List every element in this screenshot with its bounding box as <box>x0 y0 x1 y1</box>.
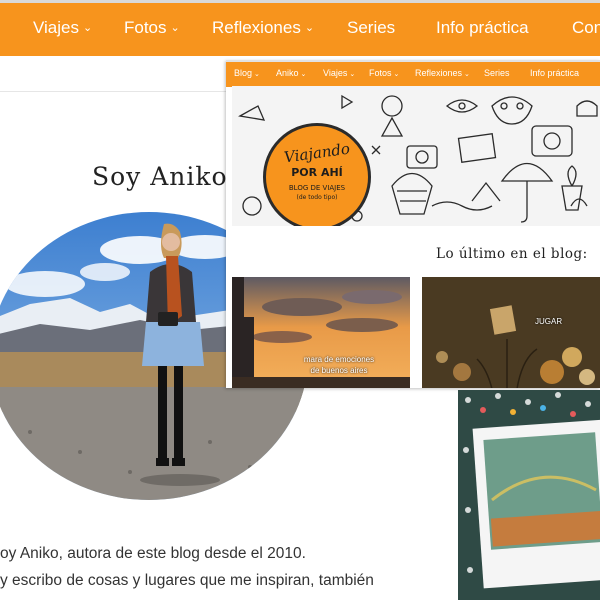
nav-item-label: Fotos <box>369 68 392 78</box>
logo-text-line3: BLOG DE VIAJES <box>288 184 346 192</box>
caption-line: mara de emociones <box>303 355 375 364</box>
blog-nav-item-aniko[interactable]: Aniko ⌄ <box>276 68 306 78</box>
chevron-down-icon: ⌄ <box>83 22 93 34</box>
blog-homepage-window: Blog ⌄ Aniko ⌄ Viajes ⌄ Fotos ⌄ Reflexiones ⌄… <box>226 60 600 388</box>
nav-item-label: Reflexiones <box>212 18 301 37</box>
caption-line: de buenos aires <box>310 366 368 375</box>
bio-line: y escribo de cosas y lugares que me insp… <box>0 572 374 589</box>
nav-item-label: Viajes <box>33 18 79 37</box>
logo-text-line4: (de todo tipo) <box>296 194 338 201</box>
chevron-down-icon: ⌄ <box>304 22 315 34</box>
nav-item-info-practica[interactable]: Info práctica <box>436 18 529 38</box>
logo-text-line2: POR AHÍ <box>291 166 343 179</box>
blog-nav-item-viajes[interactable]: Viajes ⌄ <box>323 68 355 78</box>
post-card-caption: mara de emociones de buenos aires <box>294 354 384 376</box>
nav-item-fotos[interactable]: Fotos ⌄ <box>124 18 180 38</box>
latest-posts-heading: Lo último en el blog: <box>436 246 588 262</box>
doodle-header-banner: Viajando POR AHÍ BLOG DE VIAJES (de todo… <box>232 86 600 226</box>
nav-item-contacto[interactable]: Con <box>572 18 600 38</box>
blog-nav-bar: Blog ⌄ Aniko ⌄ Viajes ⌄ Fotos ⌄ Reflexiones ⌄… <box>226 60 600 87</box>
nav-item-reflexiones[interactable]: Reflexiones ⌄ <box>212 18 314 38</box>
bio-line: oy Aniko, autora de este blog desde el 2… <box>0 545 306 562</box>
page-title: Soy Aniko <box>92 162 228 191</box>
nav-item-label: Aniko <box>276 68 299 78</box>
logo-text-line1: Viajando <box>282 139 352 167</box>
blog-nav-item-blog[interactable]: Blog ⌄ <box>234 68 260 78</box>
nav-item-viajes[interactable]: Viajes ⌄ <box>33 18 92 38</box>
nav-item-label: Blog <box>234 68 253 78</box>
main-nav-bar: Viajes ⌄ Fotos ⌄ Reflexiones ⌄ Series Info … <box>0 0 600 56</box>
chevron-down-icon: ⌄ <box>464 71 470 78</box>
chevron-down-icon: ⌄ <box>170 22 180 34</box>
polaroid-photo <box>458 390 600 600</box>
chevron-down-icon: ⌄ <box>254 71 260 78</box>
post-card-caption: JUGAR <box>535 317 563 326</box>
chevron-down-icon: ⌄ <box>349 71 356 78</box>
nav-item-label: Reflexiones <box>415 68 463 78</box>
nav-item-label: Fotos <box>124 18 167 37</box>
post-card[interactable]: JUGAR <box>422 277 600 388</box>
post-card[interactable]: mara de emociones de buenos aires <box>232 277 410 388</box>
blog-nav-item-info-practica[interactable]: Info práctica <box>530 68 579 78</box>
sub-header-bar <box>0 56 230 92</box>
nav-item-series[interactable]: Series <box>347 18 395 38</box>
nav-item-label: Viajes <box>323 68 348 78</box>
screenshot-stage: Viajes ⌄ Fotos ⌄ Reflexiones ⌄ Series Info … <box>0 0 600 600</box>
author-bio: oy Aniko, autora de este blog desde el 2… <box>0 540 374 594</box>
blog-nav-item-fotos[interactable]: Fotos ⌄ <box>369 68 399 78</box>
blog-nav-item-reflexiones[interactable]: Reflexiones ⌄ <box>415 68 470 78</box>
blog-logo[interactable]: Viajando POR AHÍ BLOG DE VIAJES (de todo… <box>263 123 371 226</box>
chevron-down-icon: ⌄ <box>393 71 400 78</box>
blog-nav-item-series[interactable]: Series <box>484 68 510 78</box>
chevron-down-icon: ⌄ <box>300 71 307 78</box>
